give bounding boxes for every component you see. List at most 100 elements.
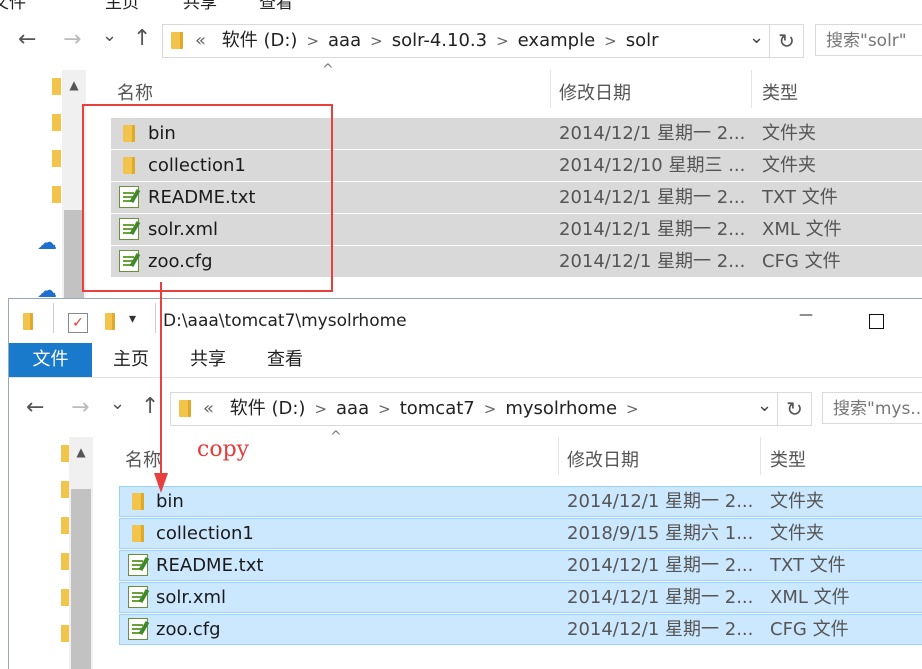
chevron-right-icon[interactable]: > — [484, 400, 497, 418]
chevron-right-icon[interactable]: > — [378, 400, 391, 418]
breadcrumb-overflow[interactable]: « — [195, 30, 206, 51]
breadcrumb-item[interactable]: mysolrhome — [505, 398, 617, 419]
breadcrumb-item[interactable]: 软件 (D:) — [230, 398, 306, 419]
list-item[interactable]: zoo.cfg 2014/12/1 星期一 2... CFG 文件 — [119, 614, 922, 645]
tab-view[interactable]: 查看 — [267, 343, 303, 377]
maximize-icon[interactable] — [869, 314, 884, 329]
breadcrumb-item[interactable]: aaa — [336, 398, 369, 419]
navigation-pane[interactable]: ▲ — [9, 437, 95, 669]
breadcrumb: « 软件 (D:) > aaa > solr-4.10.3 > example > solr — [195, 25, 659, 57]
back-menu-home[interactable]: 主页 — [105, 0, 139, 13]
recent-locations-icon[interactable]: ⌄ — [110, 395, 125, 413]
scroll-up-icon[interactable]: ▲ — [71, 437, 91, 467]
column-header-date[interactable]: 修改日期 — [567, 446, 639, 472]
chevron-right-icon[interactable]: > — [370, 32, 383, 50]
nav-scrollbar[interactable]: ▲ — [69, 437, 93, 669]
minimize-icon[interactable]: — — [799, 307, 813, 323]
destination-explorer-window: ✓ ▾ D:\aaa\tomcat7\mysolrhome — 文件 主页 共享… — [8, 298, 922, 669]
tab-share[interactable]: 共享 — [190, 343, 226, 377]
file-type: XML 文件 — [770, 587, 850, 608]
back-arrow-icon[interactable]: ← — [26, 397, 44, 419]
sort-ascending-icon: ^ — [330, 429, 342, 445]
chevron-down-icon[interactable]: ⌄ — [757, 395, 772, 416]
folder-icon[interactable] — [52, 78, 61, 95]
scrollbar-thumb[interactable] — [64, 210, 84, 300]
file-date: 2014/12/1 星期一 2... — [567, 555, 754, 576]
ribbon: 文件 主页 共享 查看 — [9, 343, 922, 378]
column-header-type[interactable]: 类型 — [762, 79, 798, 105]
file-type: 文件夹 — [762, 123, 816, 144]
file-name: solr.xml — [156, 587, 227, 608]
breadcrumb: « 软件 (D:) > aaa > tomcat7 > mysolrhome > — [203, 393, 648, 425]
column-header-name[interactable]: 名称 — [117, 79, 153, 105]
back-menu-file[interactable]: 文件 — [0, 0, 26, 13]
breadcrumb-item[interactable]: solr-4.10.3 — [392, 30, 487, 51]
list-item[interactable]: collection1 2018/9/15 星期六 1... 文件夹 — [119, 518, 922, 549]
column-header-date[interactable]: 修改日期 — [559, 79, 631, 105]
refresh-icon[interactable]: ↻ — [769, 25, 803, 57]
divider — [53, 303, 54, 333]
up-arrow-icon[interactable]: ↑ — [133, 28, 151, 50]
chevron-down-icon[interactable]: ⌄ — [749, 27, 764, 48]
recent-locations-icon[interactable]: ⌄ — [102, 27, 117, 45]
new-folder-icon[interactable] — [105, 313, 115, 330]
column-header-type[interactable]: 类型 — [770, 446, 806, 472]
folder-icon[interactable] — [52, 114, 61, 131]
file-date: 2014/12/1 星期一 2... — [559, 123, 746, 144]
sort-ascending-icon: ^ — [322, 62, 334, 78]
breadcrumb-item[interactable]: 软件 (D:) — [222, 30, 298, 51]
column-divider[interactable] — [558, 437, 559, 475]
scroll-up-icon[interactable]: ▲ — [64, 70, 84, 100]
folder-icon[interactable] — [52, 186, 61, 203]
chevron-right-icon[interactable]: > — [306, 32, 319, 50]
cloud-icon[interactable]: ☁ — [37, 278, 57, 300]
file-type: CFG 文件 — [770, 619, 849, 640]
breadcrumb-item[interactable]: tomcat7 — [400, 398, 475, 419]
breadcrumb-item[interactable]: solr — [626, 30, 659, 51]
chevron-right-icon[interactable]: > — [604, 32, 617, 50]
folder-icon[interactable] — [52, 150, 61, 167]
folder-icon — [132, 525, 144, 542]
list-item[interactable]: solr.xml 2014/12/1 星期一 2... XML 文件 — [119, 582, 922, 613]
breadcrumb-item[interactable]: example — [518, 30, 595, 51]
tab-file[interactable]: 文件 — [9, 343, 92, 377]
column-divider[interactable] — [760, 437, 761, 475]
search-input[interactable]: 搜索"mys... — [822, 392, 922, 424]
navigation-pane[interactable]: ☁ ☁ ▲ — [0, 70, 88, 300]
file-date: 2014/12/1 星期一 2... — [567, 619, 754, 640]
forward-arrow-icon[interactable]: → — [71, 397, 89, 419]
chevron-right-icon[interactable]: > — [314, 400, 327, 418]
column-divider[interactable] — [751, 70, 752, 108]
refresh-icon[interactable]: ↻ — [777, 393, 811, 425]
search-input[interactable]: 搜索"solr" — [815, 24, 922, 56]
forward-arrow-icon[interactable]: → — [63, 29, 81, 51]
address-bar[interactable]: « 软件 (D:) > aaa > tomcat7 > mysolrhome > ⌄ ↻ — [170, 392, 812, 426]
address-bar[interactable]: « 软件 (D:) > aaa > solr-4.10.3 > example > solr ⌄… — [162, 24, 804, 58]
list-item[interactable]: bin 2014/12/1 星期一 2... 文件夹 — [119, 486, 922, 517]
chevron-right-icon[interactable]: > — [626, 400, 639, 418]
folder-icon — [179, 400, 191, 417]
highlight-box — [82, 104, 333, 292]
window-title: D:\aaa\tomcat7\mysolrhome — [163, 311, 407, 331]
file-type: 文件夹 — [770, 523, 824, 544]
file-type: 文件夹 — [770, 491, 824, 512]
back-menu-view[interactable]: 查看 — [259, 0, 293, 13]
column-divider[interactable] — [550, 70, 551, 108]
chevron-right-icon[interactable]: > — [496, 32, 509, 50]
file-date: 2014/12/10 星期三 ... — [559, 155, 746, 176]
file-name: collection1 — [156, 523, 254, 544]
file-date: 2014/12/1 星期一 2... — [559, 219, 746, 240]
back-menu-share[interactable]: 共享 — [183, 0, 217, 13]
onedrive-icon[interactable]: ☁ — [37, 230, 57, 254]
scrollbar-thumb[interactable] — [71, 489, 91, 669]
back-arrow-icon[interactable]: ← — [18, 29, 36, 51]
file-type: CFG 文件 — [762, 251, 841, 272]
text-file-icon — [128, 618, 148, 640]
breadcrumb-overflow[interactable]: « — [203, 398, 214, 419]
tab-home[interactable]: 主页 — [113, 343, 149, 377]
list-item[interactable]: README.txt 2014/12/1 星期一 2... TXT 文件 — [119, 550, 922, 581]
file-type: 文件夹 — [762, 155, 816, 176]
properties-icon[interactable]: ✓ — [68, 313, 88, 333]
breadcrumb-item[interactable]: aaa — [328, 30, 361, 51]
quick-access-dropdown-icon[interactable]: ▾ — [129, 311, 136, 327]
